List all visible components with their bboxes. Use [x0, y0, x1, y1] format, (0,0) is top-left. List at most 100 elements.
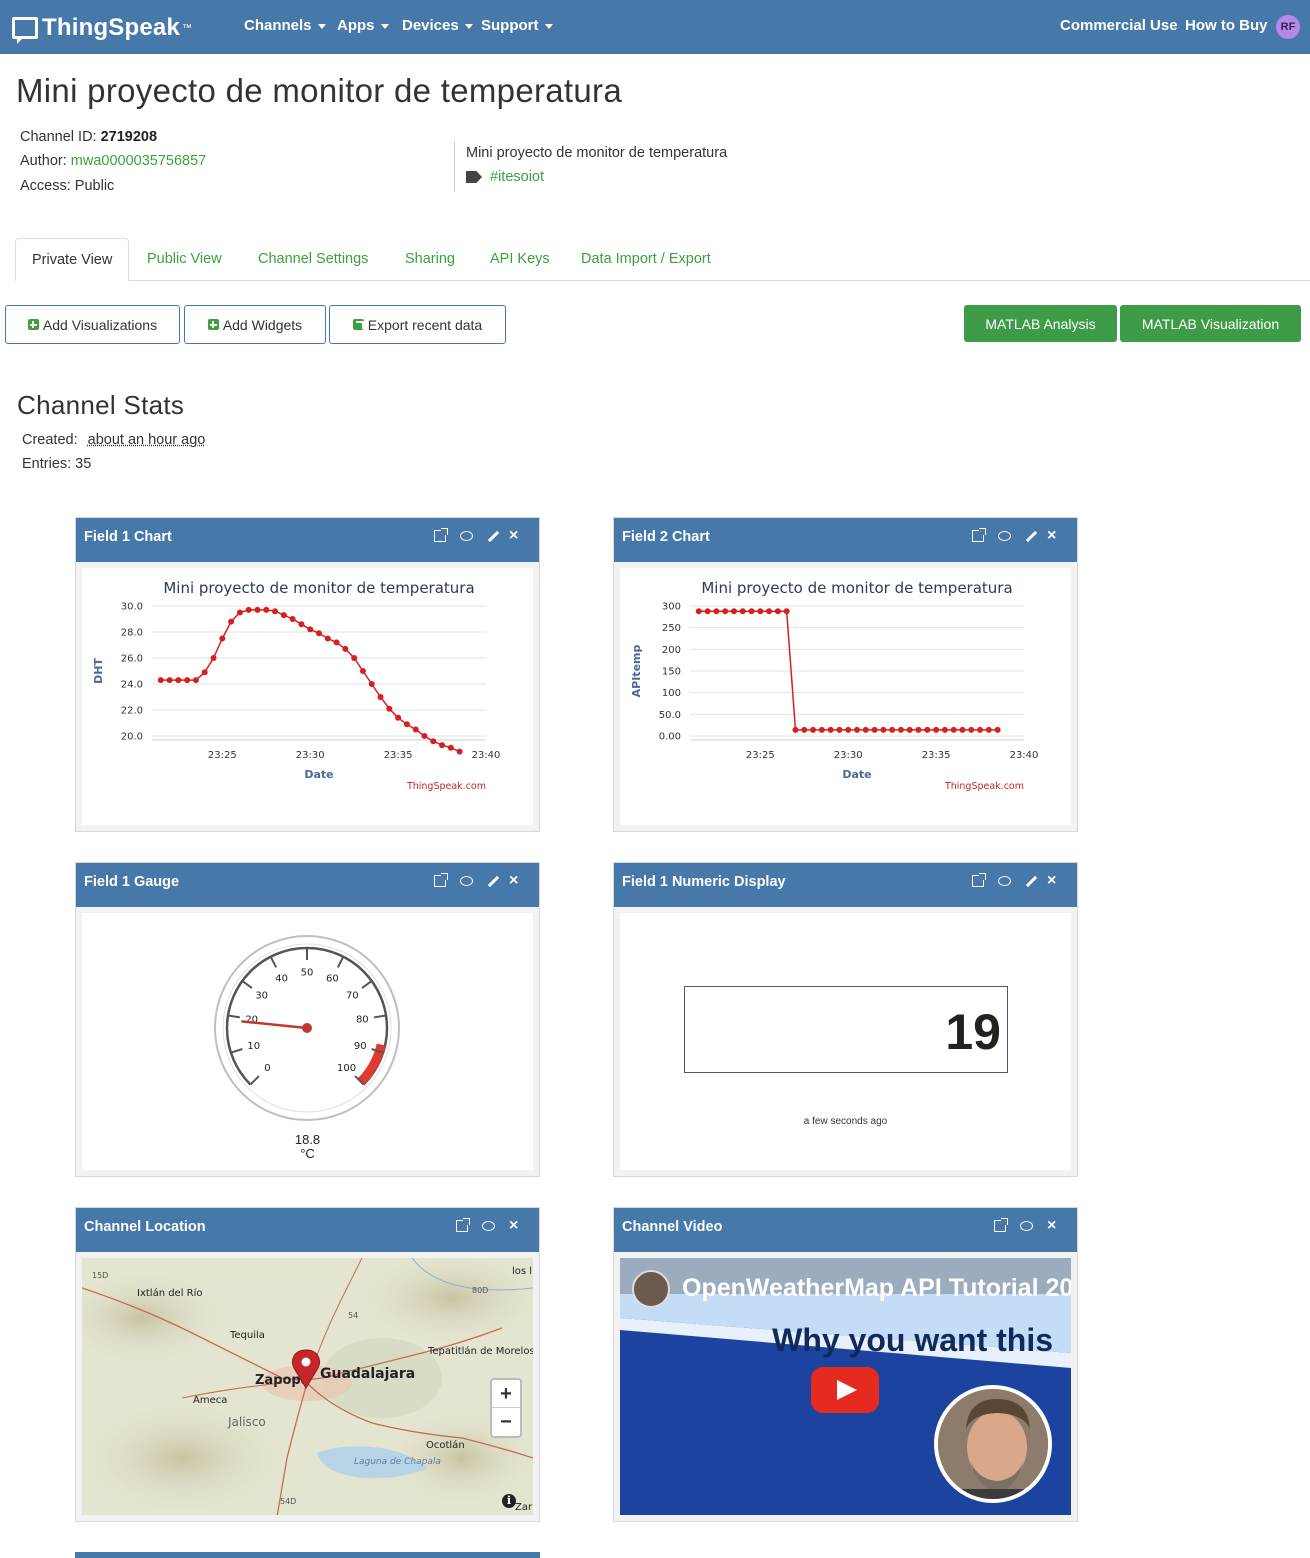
- matlab-visualization-button[interactable]: MATLAB Visualization: [1120, 305, 1301, 342]
- tab-sharing[interactable]: Sharing: [405, 238, 455, 281]
- y-tick-label: 250: [662, 623, 681, 634]
- y-tick-label: 0.00: [659, 732, 681, 743]
- comment-icon[interactable]: [998, 531, 1011, 541]
- gauge-readout: 18.8 °C: [82, 1133, 533, 1161]
- channel-stats-title: Channel Stats: [17, 390, 185, 420]
- nav-channels[interactable]: Channels: [244, 17, 326, 34]
- tag-link[interactable]: #itesoiot: [490, 169, 544, 185]
- info-icon[interactable]: i: [502, 1494, 516, 1508]
- nav-devices[interactable]: Devices: [402, 17, 473, 34]
- export-recent-data-button[interactable]: Export recent data: [329, 305, 506, 344]
- close-icon[interactable]: ×: [1047, 528, 1059, 544]
- gauge-tick-label: 70: [346, 991, 359, 1002]
- add-widgets-button[interactable]: Add Widgets: [184, 305, 326, 344]
- chart-credit: ThingSpeak.com: [406, 781, 486, 792]
- chevron-down-icon: [544, 23, 553, 29]
- x-tick-label: 23:25: [746, 750, 775, 761]
- matlab-analysis-button[interactable]: MATLAB Analysis: [964, 305, 1117, 342]
- panel-body: OpenWeatherMap API Tutorial 2021 Why you…: [620, 1258, 1071, 1515]
- user-avatar[interactable]: RF: [1276, 15, 1300, 39]
- pencil-icon[interactable]: [1025, 875, 1038, 887]
- y-tick-label: 24.0: [121, 680, 143, 691]
- close-icon[interactable]: ×: [1047, 873, 1059, 889]
- comment-icon[interactable]: [460, 531, 473, 541]
- open-external-icon[interactable]: [972, 873, 986, 887]
- open-external-icon[interactable]: [434, 528, 448, 542]
- youtube-play-icon[interactable]: [811, 1367, 879, 1413]
- comment-icon[interactable]: [460, 876, 473, 886]
- data-point: [439, 742, 446, 749]
- author-link[interactable]: mwa0000035756857: [71, 153, 206, 169]
- open-external-icon[interactable]: [994, 1218, 1008, 1232]
- pencil-icon[interactable]: [1025, 530, 1038, 542]
- comment-icon[interactable]: [482, 1221, 495, 1231]
- data-point: [280, 612, 287, 619]
- open-external-icon[interactable]: [434, 873, 448, 887]
- data-point: [210, 655, 217, 661]
- panel-title: Field 1 Numeric Display: [622, 874, 786, 890]
- nav-support[interactable]: Support: [481, 17, 553, 34]
- tags-icon: [466, 171, 482, 183]
- close-icon[interactable]: ×: [509, 1218, 521, 1234]
- chart-credit: ThingSpeak.com: [944, 781, 1024, 792]
- y-tick-label: 300: [662, 602, 681, 613]
- numeric-updated-time: a few seconds ago: [803, 1116, 888, 1127]
- tab-channel-settings[interactable]: Channel Settings: [258, 238, 368, 281]
- comment-icon[interactable]: [998, 876, 1011, 886]
- field2-chart-panel: Field 2 Chart × Mini proyecto de monitor…: [613, 517, 1078, 832]
- data-point: [748, 608, 755, 615]
- nav-commercial-use[interactable]: Commercial Use: [1060, 17, 1178, 34]
- zoom-in-button[interactable]: +: [492, 1380, 520, 1408]
- panel-header-icons: ×: [994, 1218, 1059, 1234]
- zoom-out-button[interactable]: −: [492, 1408, 520, 1436]
- nav-apps[interactable]: Apps: [337, 17, 389, 34]
- data-point: [818, 726, 825, 733]
- open-external-icon[interactable]: [456, 1218, 470, 1232]
- data-point: [359, 668, 366, 674]
- tag-row: #itesoiot: [466, 169, 544, 185]
- data-point: [906, 726, 913, 733]
- data-point: [871, 726, 878, 733]
- y-tick-label: 150: [662, 667, 681, 678]
- y-axis-label: APItemp: [630, 645, 643, 698]
- temperature-gauge: 0102030405060708090100: [214, 935, 400, 1121]
- close-icon[interactable]: ×: [509, 528, 521, 544]
- comment-icon[interactable]: [1020, 1221, 1033, 1231]
- pencil-icon[interactable]: [487, 530, 500, 542]
- add-visualizations-button[interactable]: Add Visualizations: [5, 305, 180, 344]
- tab-public-view[interactable]: Public View: [147, 238, 222, 281]
- panel-body: Mini proyecto de monitor de temperatura 2…: [82, 568, 533, 825]
- data-point: [827, 726, 834, 733]
- thingspeak-logo[interactable]: ThingSpeak ™: [12, 12, 192, 44]
- close-icon[interactable]: ×: [509, 873, 521, 889]
- open-external-icon[interactable]: [972, 528, 986, 542]
- y-tick-label: 50.0: [659, 710, 681, 721]
- data-point: [977, 726, 984, 733]
- location-map[interactable]: Ixtlán del Río Tequila Tepatitlán de Mor…: [82, 1258, 533, 1515]
- data-point: [377, 694, 384, 700]
- map-label-state: Jalisco: [227, 1415, 266, 1429]
- close-icon[interactable]: ×: [1047, 1218, 1059, 1234]
- tab-api-keys[interactable]: API Keys: [490, 238, 550, 281]
- pencil-icon[interactable]: [487, 875, 500, 887]
- channel-id-label: Channel ID:: [20, 129, 97, 145]
- video-player[interactable]: OpenWeatherMap API Tutorial 2021 Why you…: [620, 1258, 1071, 1515]
- data-point: [713, 608, 720, 615]
- field1-gauge-panel: Field 1 Gauge × 0 10 20 30 40 50 60 70 80 90 100 1…: [75, 862, 540, 1177]
- meta-divider: [454, 142, 455, 192]
- data-point: [915, 726, 922, 733]
- nav-how-to-buy[interactable]: How to Buy: [1185, 17, 1268, 34]
- tab-private-view[interactable]: Private View: [15, 238, 130, 281]
- access-row: Access: Public: [20, 178, 115, 194]
- map-label: Ocotlán: [426, 1439, 465, 1451]
- x-tick-label: 23:25: [208, 750, 237, 761]
- x-axis-label: Date: [842, 768, 871, 781]
- data-point: [272, 608, 279, 615]
- data-point: [897, 726, 904, 733]
- data-point: [254, 606, 261, 613]
- y-axis-label: DHT: [92, 658, 105, 684]
- data-point: [766, 608, 773, 615]
- add-widgets-label: Add Widgets: [222, 316, 303, 333]
- tab-data-import-export[interactable]: Data Import / Export: [581, 238, 711, 281]
- gauge-tick-label: 90: [354, 1041, 367, 1052]
